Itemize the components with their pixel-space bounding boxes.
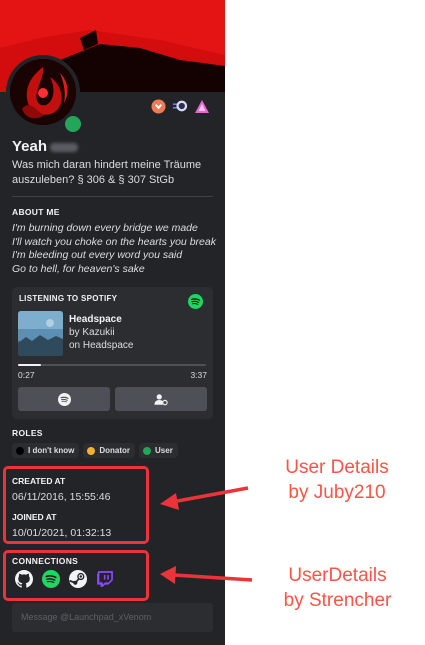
annotation-line: by Strencher — [283, 590, 392, 611]
annotation-line: by Juby210 — [288, 482, 386, 503]
user-details-annotation: User Details by Juby210 — [262, 455, 412, 505]
annotation-line: User Details — [285, 457, 389, 478]
connections-annotation: UserDetails by Strencher — [260, 563, 415, 613]
annotation-line: UserDetails — [288, 565, 387, 586]
annotation-arrows — [160, 486, 253, 584]
